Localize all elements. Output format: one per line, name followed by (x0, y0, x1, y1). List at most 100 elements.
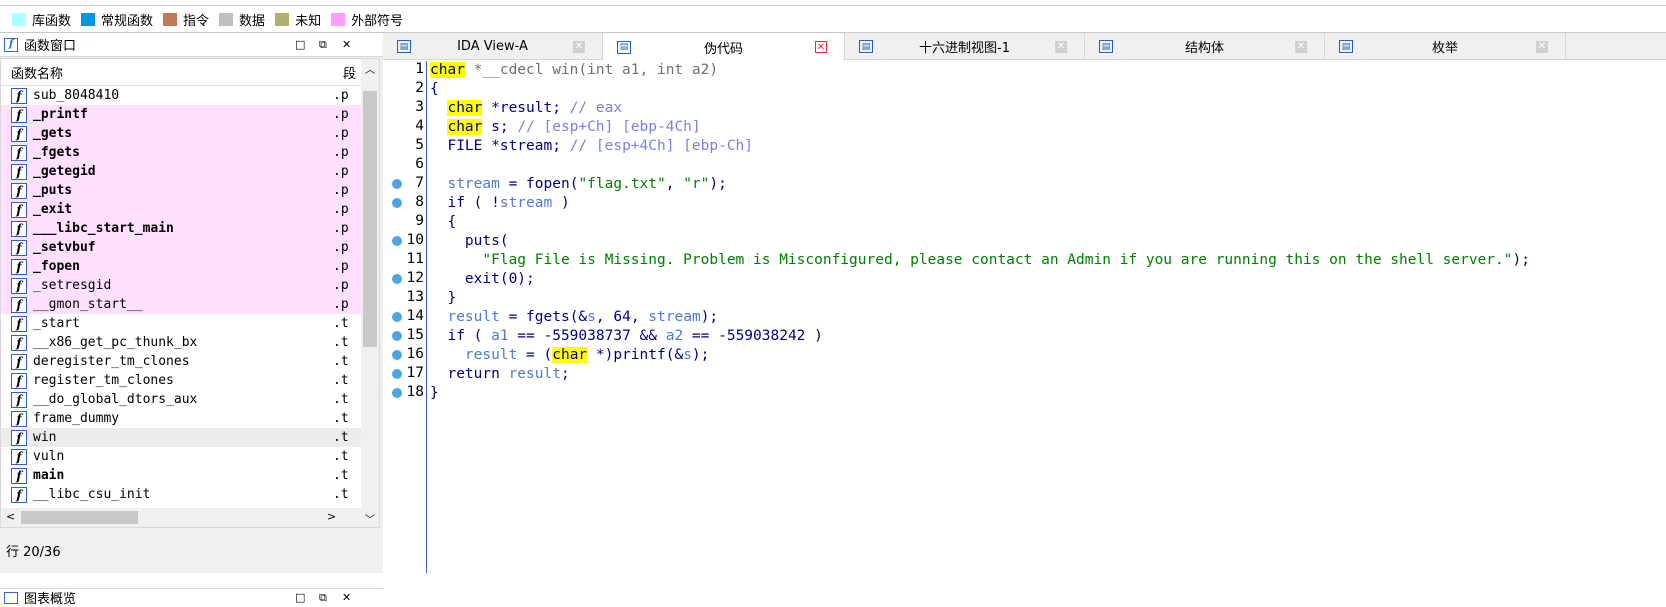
breakpoint-dot-icon[interactable] (392, 369, 402, 379)
function-row[interactable]: f _exit .p (1, 200, 363, 219)
column-header-segment[interactable]: 段 (343, 63, 363, 82)
code-token: } (430, 385, 439, 401)
code-line[interactable]: if ( a1 == -559038737 && a2 == -55903824… (430, 327, 822, 346)
functions-list[interactable]: 函数名称 段 f sub_8048410 .p f _printf .p f _gets .p f… (0, 58, 380, 528)
scroll-up-icon[interactable]: ︿ (365, 61, 375, 76)
function-icon: f (11, 353, 27, 370)
function-row[interactable]: f register_tm_clones .t (1, 371, 363, 390)
function-row[interactable]: f __gmon_start__ .p (1, 295, 363, 314)
code-line[interactable]: FILE *stream; // [esp+4Ch] [ebp-Ch] (430, 137, 753, 156)
tab-enums[interactable]: ▤ 枚举 ✕ (1325, 33, 1566, 60)
code-line[interactable]: exit(0); (430, 270, 535, 289)
code-line[interactable]: char s; // [esp+Ch] [ebp-4Ch] (430, 118, 701, 137)
vertical-scrollbar[interactable]: ︿ ﹀ (361, 59, 379, 527)
function-row[interactable]: f _start .t (1, 314, 363, 333)
column-header-name[interactable]: 函数名称 (1, 63, 343, 82)
legend-item: 常规函数 (81, 10, 153, 29)
tab-structures[interactable]: ▤ 结构体 ✕ (1085, 33, 1325, 60)
code-token: result (464, 347, 518, 363)
functions-window-titlebar: f 函数窗口 □ ⧉ ✕ (0, 33, 383, 57)
float-icon[interactable]: ⧉ (319, 591, 327, 605)
vertical-scroll-thumb[interactable] (363, 91, 377, 347)
line-number: 9 (415, 213, 424, 229)
scroll-down-icon[interactable]: ﹀ (365, 511, 375, 526)
tab-pseudocode[interactable]: ▤ 伪代码 ✕ (603, 33, 845, 61)
legend-swatch (81, 13, 96, 26)
function-row[interactable]: f _setvbuf .p (1, 238, 363, 257)
function-row[interactable]: f _gets .p (1, 124, 363, 143)
breakpoint-dot-icon[interactable] (392, 350, 402, 360)
breakpoint-dot-icon[interactable] (392, 236, 402, 246)
code-line[interactable]: stream = fopen("flag.txt", "r"); (430, 175, 726, 194)
function-row[interactable]: f __do_global_dtors_aux .t (1, 390, 363, 409)
function-segment: .p (333, 240, 349, 255)
code-line[interactable]: char *result; // eax (430, 99, 622, 118)
function-row[interactable]: f _printf .p (1, 105, 363, 124)
horizontal-scroll-thumb[interactable] (21, 511, 138, 524)
code-line[interactable]: result = (char *)printf(&s); (430, 346, 709, 365)
tab-close-icon[interactable]: ✕ (815, 41, 827, 53)
tab-close-icon[interactable]: ✕ (1536, 40, 1548, 53)
function-icon: f (11, 239, 27, 256)
function-row[interactable]: f deregister_tm_clones .t (1, 352, 363, 371)
breakpoint-dot-icon[interactable] (392, 274, 402, 284)
code-line[interactable]: if ( !stream ) (430, 194, 569, 213)
function-icon: f (11, 220, 27, 237)
function-row[interactable]: f ___libc_start_main .p (1, 219, 363, 238)
code-line[interactable]: { (430, 213, 456, 232)
function-row[interactable]: f win .t (1, 428, 363, 447)
function-row[interactable]: f _getegid .p (1, 162, 363, 181)
float-icon[interactable]: ⧉ (319, 38, 327, 52)
horizontal-scrollbar[interactable]: < > (1, 508, 363, 527)
legend-label: 库函数 (32, 14, 72, 29)
code-token: { (430, 214, 457, 230)
function-row[interactable]: f _fgets .p (1, 143, 363, 162)
close-icon[interactable]: ✕ (342, 591, 351, 604)
function-row[interactable]: f main .t (1, 466, 363, 485)
function-row[interactable]: f __libc_csu_init .t (1, 485, 363, 504)
tab-close-icon[interactable]: ✕ (1055, 40, 1067, 53)
function-row[interactable]: f _setresgid .p (1, 276, 363, 295)
breakpoint-dot-icon[interactable] (392, 331, 402, 341)
function-segment: .p (333, 107, 349, 122)
function-name: vuln (33, 449, 65, 464)
view-tabs: ▤ IDA View-A ✕ ▤ 伪代码 ✕ ▤ 十六进制视图-1 ✕ ▤ 结构体 ✕ ▤ 枚举 ✕ (383, 33, 1666, 61)
code-line[interactable]: return result; (430, 365, 569, 384)
function-icon: f (11, 334, 27, 351)
legend-label: 外部符号 (351, 14, 404, 29)
code-line[interactable]: } (430, 384, 439, 403)
scroll-left-icon[interactable]: < (6, 510, 15, 523)
tab-label: IDA View-A (457, 39, 528, 54)
function-row[interactable]: f _fopen .p (1, 257, 363, 276)
breakpoint-dot-icon[interactable] (392, 179, 402, 189)
function-row[interactable]: f _puts .p (1, 181, 363, 200)
code-line[interactable]: result = fgets(&s, 64, stream); (430, 308, 718, 327)
close-icon[interactable]: ✕ (342, 38, 351, 51)
legend-swatch (163, 13, 178, 26)
scroll-right-icon[interactable]: > (327, 510, 336, 523)
function-row[interactable]: f __x86_get_pc_thunk_bx .t (1, 333, 363, 352)
function-row[interactable]: f sub_8048410 .p (1, 86, 363, 105)
minimize-icon[interactable]: □ (295, 38, 305, 51)
code-line[interactable]: char *__cdecl win(int a1, int a2) (430, 61, 718, 80)
code-line[interactable]: } (430, 289, 456, 308)
tab-close-icon[interactable]: ✕ (573, 40, 585, 53)
function-name: _start (33, 316, 80, 331)
function-row[interactable]: f frame_dummy .t (1, 409, 363, 428)
function-name: _fopen (33, 259, 80, 274)
code-line[interactable]: "Flag File is Missing. Problem is Miscon… (430, 251, 1530, 270)
breakpoint-dot-icon[interactable] (392, 312, 402, 322)
minimize-icon[interactable]: □ (295, 591, 305, 604)
tab-close-icon[interactable]: ✕ (1295, 40, 1307, 53)
code-token: // [esp+Ch] [ebp-4Ch] (517, 119, 701, 135)
tab-hex-view[interactable]: ▤ 十六进制视图-1 ✕ (845, 33, 1085, 60)
code-line[interactable]: puts( (430, 232, 509, 251)
breakpoint-dot-icon[interactable] (392, 198, 402, 208)
breakpoint-dot-icon[interactable] (392, 388, 402, 398)
code-line[interactable]: { (430, 80, 439, 99)
tab-ida-view[interactable]: ▤ IDA View-A ✕ (383, 33, 603, 60)
code-token: char (447, 100, 483, 116)
function-row[interactable]: f vuln .t (1, 447, 363, 466)
code-token: } (430, 290, 457, 306)
pseudocode-editor[interactable]: 1 2 3 4 5 6 7 8 9 10 11 12 13 14 15 16 17 18 char *__cdec… (383, 61, 1666, 573)
